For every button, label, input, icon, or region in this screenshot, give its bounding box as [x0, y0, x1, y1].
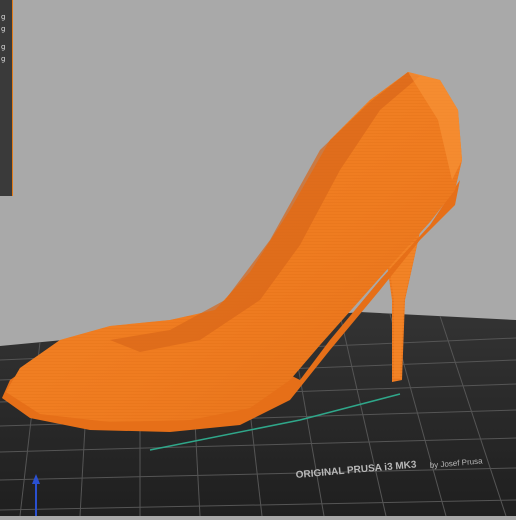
side-panel-mark: g [1, 43, 6, 51]
side-panel-mark: g [1, 13, 6, 21]
3d-viewport[interactable]: ORIGINAL PRUSA i3 MK3 by Josef Prusa g g… [0, 0, 516, 517]
side-panel-mark: g [1, 25, 6, 33]
shoe-model[interactable] [2, 72, 462, 432]
side-panel-mark: g [1, 55, 6, 63]
side-panel[interactable]: g g g g [0, 0, 13, 196]
scene-canvas[interactable]: ORIGINAL PRUSA i3 MK3 by Josef Prusa [0, 0, 516, 517]
